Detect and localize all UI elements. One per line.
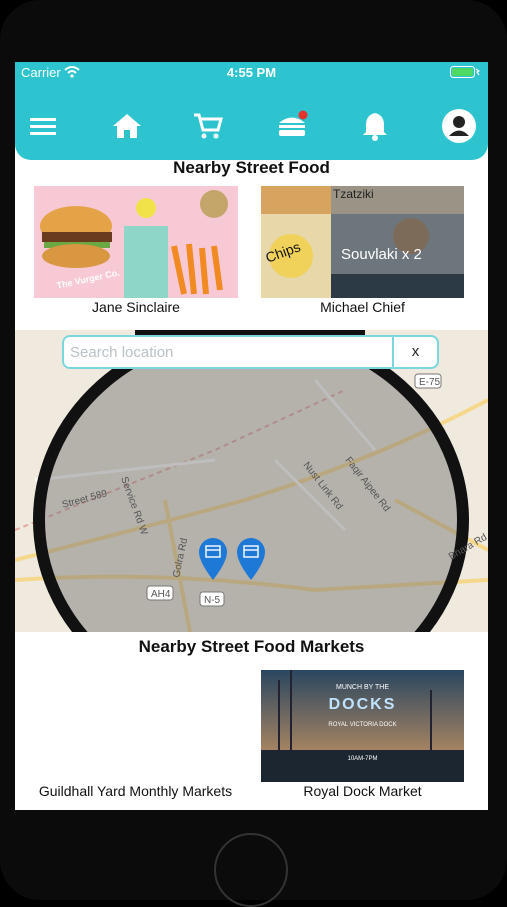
location-search-box: x (62, 335, 439, 369)
road-label-ah4: AH4 (151, 589, 171, 600)
market-card-name-guildhall[interactable]: Guildhall Yard Monthly Markets (19, 783, 252, 799)
top-nav-bar (15, 84, 488, 160)
home-icon[interactable] (111, 110, 143, 142)
market-card-image-royal-dock[interactable]: MUNCH BY THE DOCKS ROYAL VICTORIA DOCK 1… (261, 670, 464, 782)
profile-icon[interactable] (441, 108, 477, 144)
road-label-n5: N-5 (204, 595, 221, 606)
cart-icon[interactable] (192, 110, 224, 142)
docks-poster-line1: MUNCH BY THE (335, 684, 390, 691)
road-label-e75: E-75 (419, 377, 441, 388)
bell-icon[interactable] (359, 110, 391, 142)
tzatziki-label: Tzatziki (333, 187, 374, 201)
search-location-input[interactable] (64, 337, 408, 367)
status-bar: Carrier 4:55 PM (15, 62, 488, 84)
burger-icon[interactable] (276, 110, 308, 142)
food-card-name-michael[interactable]: Michael Chief (261, 299, 464, 315)
markets-title: Nearby Street Food Markets (138, 637, 365, 656)
menu-icon[interactable] (28, 110, 60, 142)
clear-search-button[interactable]: x (392, 337, 437, 367)
market-card-name-royal-dock[interactable]: Royal Dock Market (261, 783, 464, 799)
food-card-name-jane[interactable]: Jane Sinclaire (34, 299, 238, 315)
clock: 4:55 PM (226, 65, 277, 80)
app-screen: Carrier 4:55 PM Nearby Street Food The V… (15, 62, 488, 810)
souvlaki-label: Souvlaki x 2 (341, 246, 422, 263)
map-view[interactable]: E-75 Faqir Aipee Rd Nust Link Rd Street … (15, 330, 488, 632)
docks-poster-line4: 10AM-7PM (347, 756, 378, 762)
battery-icon (450, 66, 480, 78)
food-card-image-jane[interactable]: The Vurger Co. (34, 186, 238, 298)
map-canvas: E-75 Faqir Aipee Rd Nust Link Rd Street … (15, 330, 488, 632)
docks-poster-line2: DOCKS (328, 696, 397, 713)
food-card-image-michael[interactable]: Tzatziki Chips Souvlaki x 2 (261, 186, 464, 298)
nearby-food-title: Nearby Street Food (173, 158, 330, 177)
docks-poster-line3: ROYAL VICTORIA DOCK (328, 722, 397, 728)
device-home-button[interactable] (214, 833, 288, 907)
